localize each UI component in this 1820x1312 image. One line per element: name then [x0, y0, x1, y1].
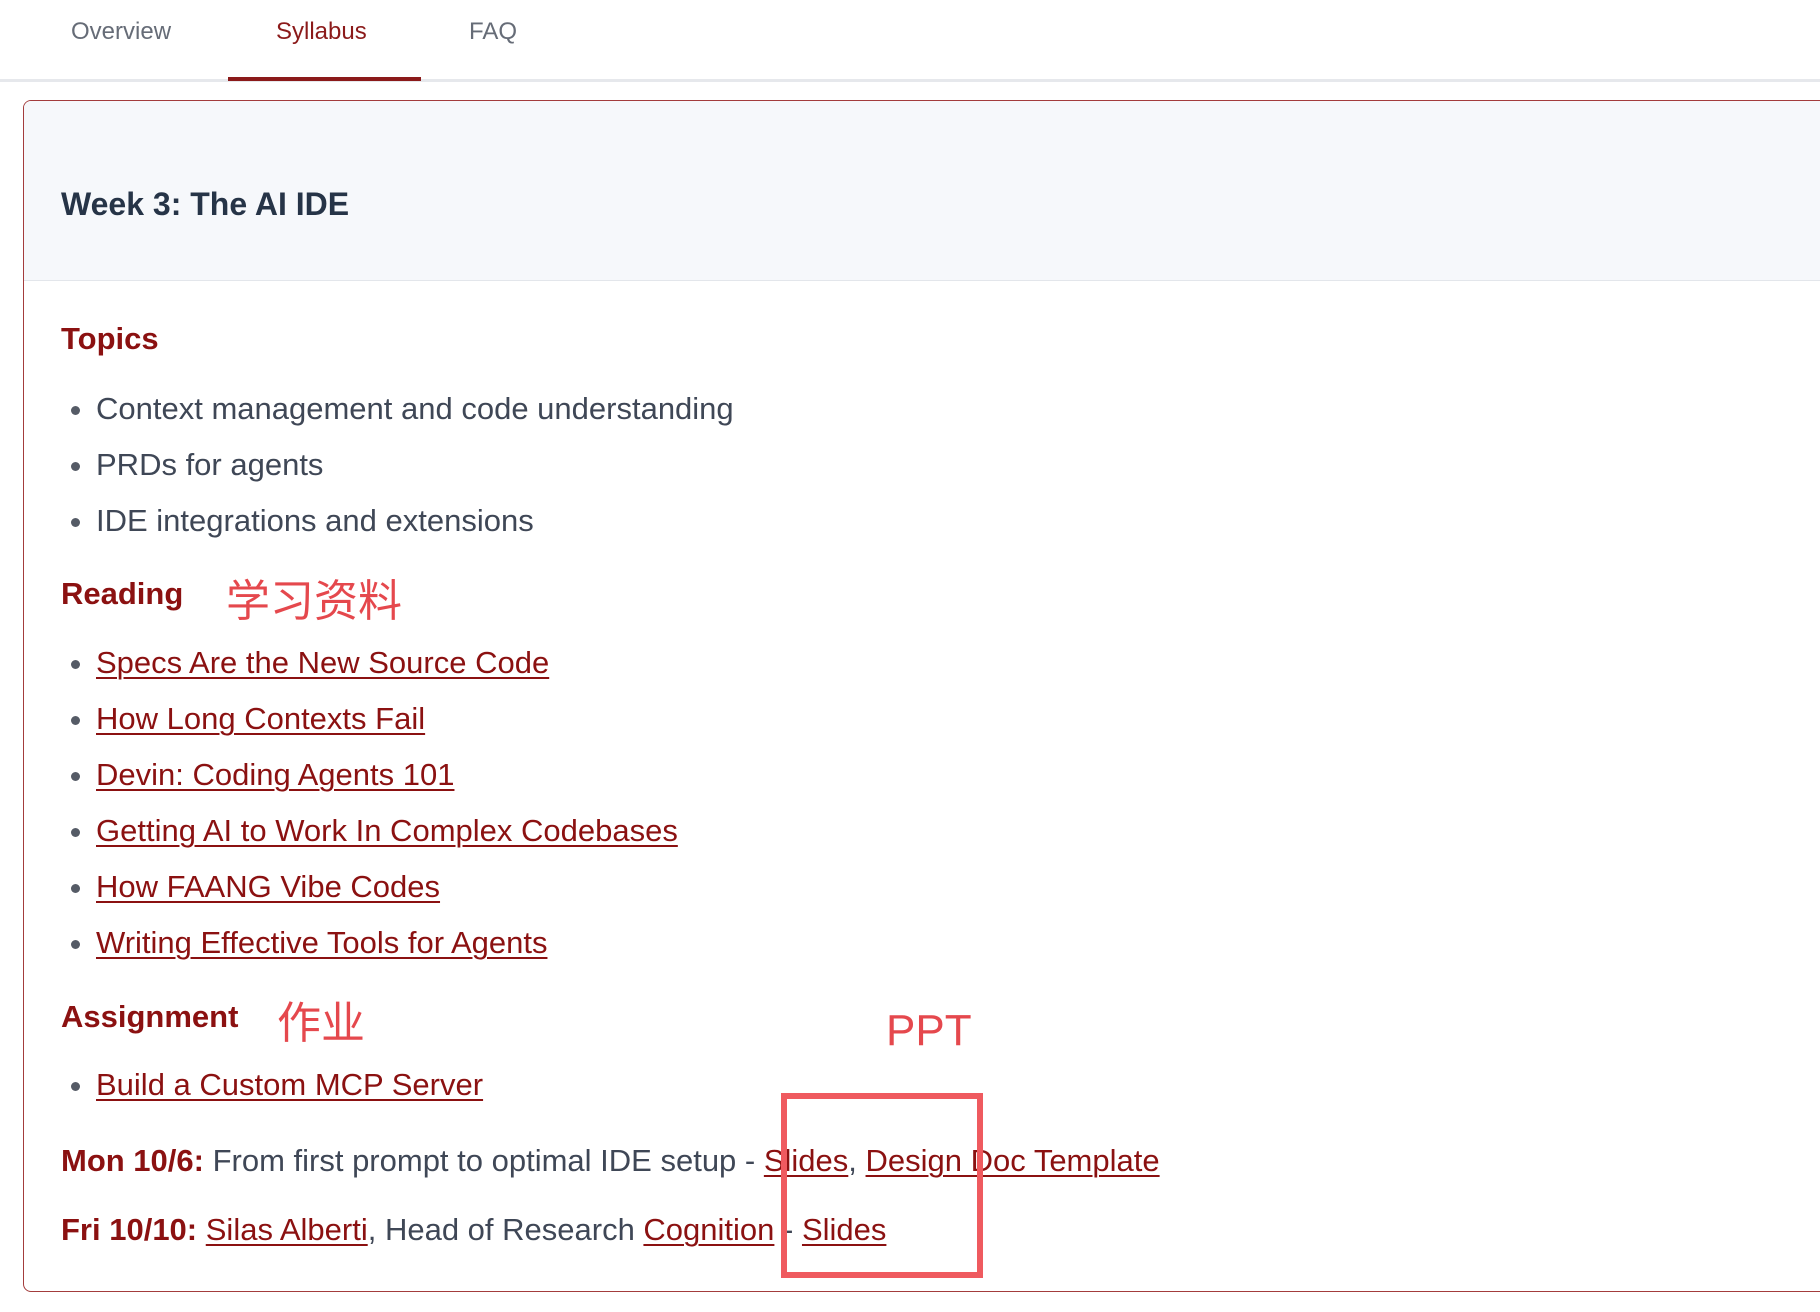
speaker-role: , Head of Research — [367, 1212, 644, 1247]
tab-faq[interactable]: FAQ — [469, 18, 517, 46]
reading-link[interactable]: Specs Are the New Source Code — [96, 645, 549, 680]
topic-text: Context management and code understandin… — [96, 391, 734, 426]
reading-annotation: 学习资料 — [226, 576, 402, 627]
ppt-annotation: PPT — [886, 1006, 972, 1055]
company-link[interactable]: Cognition — [643, 1212, 774, 1247]
list-item: Build a Custom MCP Server — [61, 1057, 483, 1113]
highlight-box — [781, 1093, 983, 1278]
list-item: How FAANG Vibe Codes — [61, 859, 678, 915]
topics-list: Context management and code understandin… — [61, 381, 734, 549]
tab-overview[interactable]: Overview — [71, 18, 171, 46]
topics-heading: Topics — [61, 321, 159, 356]
list-item: How Long Contexts Fail — [61, 691, 678, 747]
schedule-fri: Fri 10/10: Silas Alberti, Head of Resear… — [61, 1212, 886, 1248]
tab-syllabus[interactable]: Syllabus — [276, 18, 367, 46]
list-item: Specs Are the New Source Code — [61, 635, 678, 691]
reading-link[interactable]: How FAANG Vibe Codes — [96, 869, 440, 904]
speaker-link[interactable]: Silas Alberti — [206, 1212, 368, 1247]
week-header: Week 3: The AI IDE — [24, 101, 1820, 281]
assignment-list: Build a Custom MCP Server — [61, 1057, 483, 1113]
tab-bar: Overview Syllabus FAQ — [0, 0, 1820, 82]
reading-list: Specs Are the New Source Code How Long C… — [61, 635, 678, 971]
schedule-mon: Mon 10/6: From first prompt to optimal I… — [61, 1143, 1160, 1179]
reading-link[interactable]: Devin: Coding Agents 101 — [96, 757, 454, 792]
schedule-text: From first prompt to optimal IDE setup - — [203, 1143, 764, 1178]
topic-text: IDE integrations and extensions — [96, 503, 534, 538]
assignment-heading: Assignment — [61, 999, 239, 1034]
reading-link[interactable]: Writing Effective Tools for Agents — [96, 925, 547, 960]
assignment-annotation: 作业 — [277, 998, 365, 1049]
topic-text: PRDs for agents — [96, 447, 324, 482]
list-item: Writing Effective Tools for Agents — [61, 915, 678, 971]
schedule-day: Fri 10/10: — [61, 1212, 198, 1247]
schedule-day: Mon 10/6: — [61, 1143, 204, 1178]
assignment-link[interactable]: Build a Custom MCP Server — [96, 1067, 483, 1102]
reading-link[interactable]: Getting AI to Work In Complex Codebases — [96, 813, 678, 848]
list-item: Context management and code understandin… — [61, 381, 734, 437]
list-item: IDE integrations and extensions — [61, 493, 734, 549]
reading-heading: Reading — [61, 576, 184, 611]
week-title: Week 3: The AI IDE — [61, 186, 350, 222]
reading-link[interactable]: How Long Contexts Fail — [96, 701, 425, 736]
active-tab-indicator — [228, 77, 421, 81]
list-item: PRDs for agents — [61, 437, 734, 493]
list-item: Getting AI to Work In Complex Codebases — [61, 803, 678, 859]
list-item: Devin: Coding Agents 101 — [61, 747, 678, 803]
